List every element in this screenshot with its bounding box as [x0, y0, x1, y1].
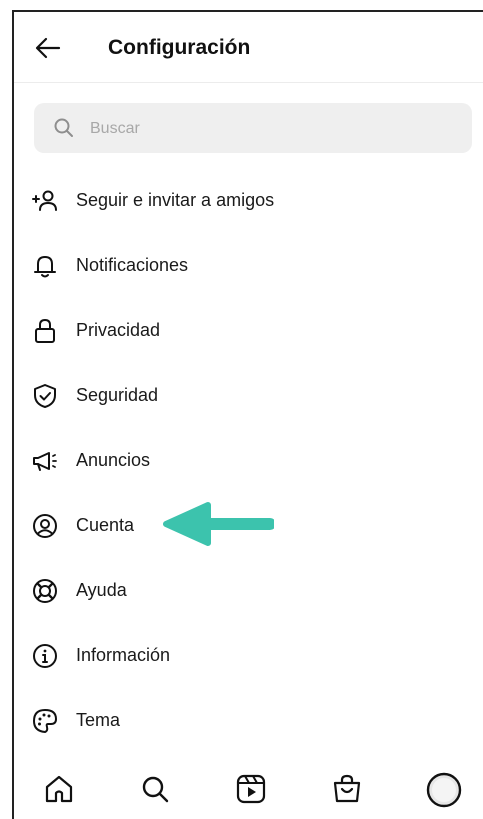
nav-home[interactable] — [42, 772, 76, 806]
menu-item-information[interactable]: Información — [14, 623, 483, 688]
menu-item-label: Anuncios — [76, 450, 151, 470]
info-icon — [33, 644, 57, 668]
menu-item-label: Tema — [76, 710, 121, 730]
shield-check-icon — [34, 384, 56, 408]
account-circle-icon — [33, 514, 57, 538]
bell-icon — [34, 256, 56, 278]
menu-item-ads[interactable]: Anuncios — [14, 428, 483, 493]
back-button[interactable] — [32, 32, 64, 64]
menu-item-theme[interactable]: Tema — [14, 688, 483, 753]
megaphone-icon — [33, 452, 57, 471]
palette-icon — [33, 709, 57, 733]
search-input[interactable] — [88, 103, 452, 155]
menu-item-help[interactable]: Ayuda — [14, 558, 483, 623]
top-bar: Configuración — [14, 12, 483, 83]
annotation-arrow-icon — [163, 502, 274, 546]
menu-item-label: Información — [76, 645, 171, 665]
settings-menu: Seguir e invitar a amigos Notificaciones… — [14, 168, 483, 753]
menu-item-label: Seguridad — [76, 385, 159, 405]
add-person-icon — [32, 190, 57, 211]
nav-reels[interactable] — [234, 772, 268, 806]
lock-icon — [35, 318, 55, 343]
nav-profile[interactable] — [426, 772, 462, 808]
menu-item-label: Seguir e invitar a amigos — [76, 190, 275, 210]
menu-item-privacy[interactable]: Privacidad — [14, 298, 483, 363]
page-title: Configuración — [108, 36, 251, 59]
menu-item-security[interactable]: Seguridad — [14, 363, 483, 428]
search-icon — [142, 776, 169, 803]
shop-icon — [333, 774, 361, 803]
menu-item-label: Cuenta — [76, 515, 135, 535]
menu-item-label: Notificaciones — [76, 255, 189, 275]
reels-icon — [236, 774, 266, 804]
search-bar[interactable] — [34, 103, 472, 155]
nav-search[interactable] — [138, 772, 172, 806]
settings-screen: Configuración Seguir e invitar a amigos … — [12, 10, 483, 819]
arrow-left-icon — [35, 37, 61, 59]
menu-item-label: Ayuda — [76, 580, 127, 600]
profile-avatar — [426, 772, 462, 808]
lifebuoy-icon — [33, 579, 57, 603]
nav-shop[interactable] — [330, 772, 364, 806]
search-icon — [54, 118, 73, 137]
bottom-navigation — [14, 760, 483, 819]
home-icon — [45, 775, 73, 803]
menu-item-label: Privacidad — [76, 320, 161, 340]
menu-item-follow-invite[interactable]: Seguir e invitar a amigos — [14, 168, 483, 233]
menu-item-notifications[interactable]: Notificaciones — [14, 233, 483, 298]
